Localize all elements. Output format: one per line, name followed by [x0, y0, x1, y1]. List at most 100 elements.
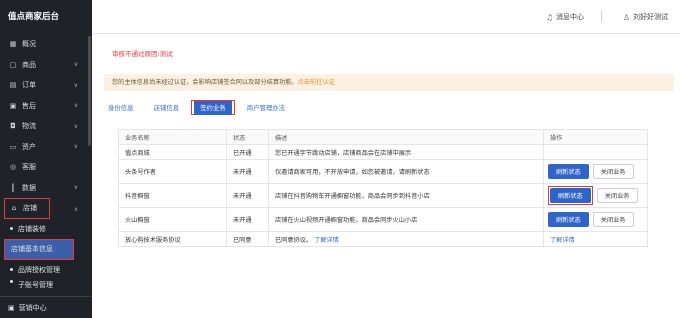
chevron-down-icon: ∨ — [73, 81, 78, 89]
user-menu[interactable]: ♙ 刘好好测试 — [623, 12, 668, 22]
message-center-label: 消息中心 — [556, 13, 584, 21]
tab-bar: 身份信息 店铺信息 签约业务 商户管理办法 — [106, 96, 303, 118]
chevron-down-icon: ∨ — [73, 184, 78, 192]
bullet-icon — [10, 227, 13, 231]
marketing-icon: ▣ — [8, 303, 15, 312]
table-row: 火山橱窗 未开通 店铺在火山视频开通橱窗功能，商品会同步火山小店 刷新状态 关闭业… — [118, 207, 648, 232]
business-desc: 您已开通字节跳动店铺，店铺商品会在店铺中展示 — [268, 144, 544, 160]
sidebar-item-aftersale[interactable]: ▣ 售后 ∨ — [0, 96, 92, 117]
business-desc: 仅邀请商家可用，不开放申请，如您被邀请，请刷新状态 — [268, 159, 544, 184]
chevron-down-icon: ∨ — [73, 122, 78, 130]
business-ops: 刷新状态 关闭业务 — [543, 207, 648, 232]
sidebar-subitem-brand-auth[interactable]: 品牌授权管理 — [0, 260, 92, 281]
truck-icon: ◘ — [10, 122, 16, 131]
sidebar-item-label: 商品 — [22, 60, 36, 69]
column-header: 业务名称 — [118, 129, 227, 145]
tab-identity[interactable]: 身份信息 — [106, 103, 136, 112]
sidebar-item-label: 售后 — [22, 101, 36, 110]
sidebar-subitem-store-info[interactable]: 店铺基本信息 — [4, 239, 74, 260]
header-divider — [601, 11, 602, 22]
order-icon: ▤ — [9, 81, 17, 90]
sidebar-item-service[interactable]: ◎ 客服 — [0, 157, 92, 178]
business-desc: 店铺在火山视频开通橱窗功能，商品会同步火山小店 — [268, 207, 544, 232]
table-header-row: 业务名称 状态 描述 操作 — [118, 129, 648, 145]
chart-icon: ┃ — [10, 183, 16, 192]
chevron-down-icon: ∨ — [73, 61, 78, 69]
sidebar-subitem-label: 品牌授权管理 — [18, 265, 60, 274]
main-content: 审核不通过原因:测试 您的主体信息尚未经过认证，会影响店铺签合同以及部分结算功能… — [92, 34, 680, 318]
sidebar-item-label: 订单 — [22, 81, 36, 90]
sidebar-item-data[interactable]: ┃ 数据 ∨ — [0, 178, 92, 199]
sidebar-item-store[interactable]: ⌂ 店铺 — [4, 198, 50, 219]
business-desc: 店铺在抖音购物车开通橱窗功能，商品会同步到抖音小店 — [268, 183, 544, 208]
brand-title: 值点商家后台 — [8, 12, 60, 22]
sidebar-item-overview[interactable]: ▦ 概况 — [0, 34, 92, 55]
sidebar-item-logistics[interactable]: ◘ 物流 ∨ — [0, 116, 92, 137]
sidebar-item-label: 店铺 — [23, 204, 37, 213]
refresh-status-button[interactable]: 刷新状态 — [548, 212, 589, 227]
sidebar-item-assets[interactable]: ▭ 资产 ∨ — [0, 137, 92, 158]
refresh-highlight-box: 刷新状态 — [548, 186, 593, 205]
sidebar-item-marketing[interactable]: ▣ 营销中心 — [0, 296, 92, 318]
review-reject-reason: 审核不通过原因:测试 — [112, 50, 173, 58]
sidebar: 值点商家后台 ▦ 概况 ▢ 商品 ∨ ▤ 订单 ∨ ▣ 售后 ∨ ◘ 物流 ∨ … — [0, 0, 92, 318]
user-icon: ♙ — [622, 12, 630, 22]
sidebar-item-label: 客服 — [22, 163, 36, 172]
desc-text: 已同意协议。 — [275, 236, 313, 244]
business-name: 放心购技术服务协议 — [118, 231, 227, 247]
aftersale-icon: ▣ — [9, 101, 17, 110]
verification-notice: 您的主体信息尚未经过认证，会影响店铺签合同以及部分结算功能。点击前往认证 — [104, 74, 674, 91]
chevron-down-icon: ∨ — [73, 143, 78, 151]
sidebar-subitem-decoration[interactable]: 店铺装修 — [0, 219, 92, 240]
refresh-status-button[interactable]: 刷新状态 — [550, 188, 591, 203]
sidebar-item-label: 数据 — [22, 183, 36, 192]
wallet-icon: ▭ — [9, 142, 17, 151]
sidebar-item-label: 营销中心 — [18, 303, 47, 312]
store-icon: ⌂ — [11, 204, 17, 213]
table-row: 值点商城 已开通 您已开通字节跳动店铺，店铺商品会在店铺中展示 — [118, 144, 648, 160]
service-icon: ◎ — [9, 163, 17, 172]
business-name: 抖音橱窗 — [118, 183, 227, 208]
tab-merchant-rules[interactable]: 商户管理办法 — [245, 103, 287, 112]
tab-store-info[interactable]: 店铺信息 — [152, 103, 182, 112]
business-status: 已同意 — [226, 231, 269, 247]
chevron-up-icon: ∧ — [74, 206, 79, 213]
go-verify-link[interactable]: 点击前往认证 — [298, 79, 335, 86]
sidebar-item-orders[interactable]: ▤ 订单 ∨ — [0, 75, 92, 96]
refresh-status-button[interactable]: 刷新状态 — [548, 164, 589, 179]
learn-more-link[interactable]: 了解详情 — [314, 237, 339, 244]
close-business-button[interactable]: 关闭业务 — [592, 164, 634, 179]
sidebar-subitem-subaccount[interactable]: 子账号管理 — [0, 280, 92, 288]
top-header: ♫ 消息中心 ♙ 刘好好测试 — [92, 0, 680, 34]
bullet-icon — [10, 268, 13, 272]
tab-contract-business[interactable]: 签约业务 — [194, 100, 232, 115]
business-table: 业务名称 状态 描述 操作 值点商城 已开通 您已开通字节跳动店铺，店铺商品会在… — [118, 129, 648, 247]
sidebar-subitem-label: 店铺基本信息 — [11, 245, 53, 254]
sidebar-item-products[interactable]: ▢ 商品 ∨ — [0, 55, 92, 76]
business-ops: 了解详情 — [543, 231, 648, 247]
business-desc: 已同意协议。 了解详情 — [268, 231, 544, 247]
bag-icon: ▢ — [9, 60, 17, 69]
close-business-button[interactable]: 关闭业务 — [592, 212, 634, 227]
sidebar-item-label: 概况 — [22, 40, 36, 49]
table-row: 头条号作者 未开通 仅邀请商家可用，不开放申请，如您被邀请，请刷新状态 刷新状态… — [118, 159, 648, 184]
sidebar-subitem-label: 子账号管理 — [18, 281, 53, 288]
business-status: 未开通 — [226, 183, 269, 208]
user-name: 刘好好测试 — [633, 13, 668, 21]
column-header: 状态 — [226, 129, 269, 145]
business-ops: 刷新状态 关闭业务 — [543, 183, 648, 208]
business-name: 值点商城 — [118, 144, 227, 160]
business-status: 已开通 — [226, 144, 269, 160]
message-center-link[interactable]: ♫ 消息中心 — [546, 12, 584, 22]
business-name: 头条号作者 — [118, 159, 227, 184]
learn-more-link[interactable]: 了解详情 — [550, 237, 575, 244]
sidebar-nav: ▦ 概况 ▢ 商品 ∨ ▤ 订单 ∨ ▣ 售后 ∨ ◘ 物流 ∨ ▭ 资产 ∨ — [0, 34, 92, 219]
grid-icon: ▦ — [9, 40, 17, 49]
column-header: 描述 — [268, 129, 544, 145]
bell-icon: ♫ — [545, 12, 553, 22]
tab-highlight-box: 签约业务 — [191, 99, 235, 115]
sidebar-subitem-label: 店铺装修 — [18, 224, 46, 233]
sidebar-item-label: 物流 — [22, 122, 36, 131]
business-status: 未开通 — [226, 159, 269, 184]
close-business-button[interactable]: 关闭业务 — [596, 188, 638, 203]
